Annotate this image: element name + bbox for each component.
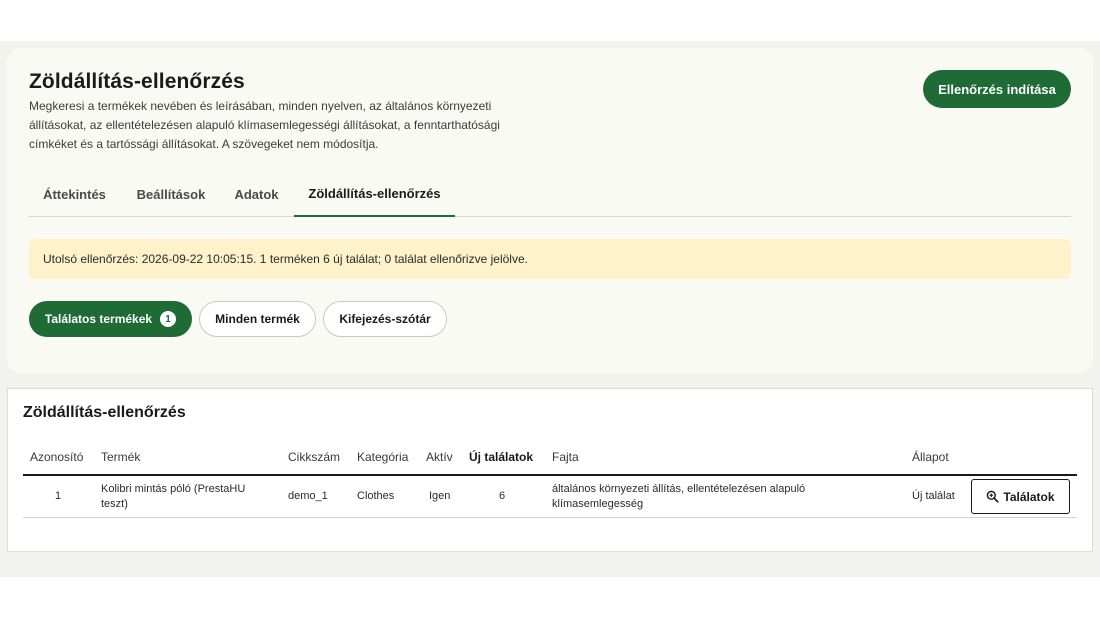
column-header-id[interactable]: Azonosító [30, 450, 83, 464]
column-header-sku[interactable]: Cikkszám [288, 450, 340, 464]
column-header-status[interactable]: Állapot [912, 450, 949, 464]
view-hits-label: Találatok [1003, 489, 1055, 504]
table-row-divider [23, 517, 1077, 518]
view-hits-button[interactable]: Találatok [971, 479, 1070, 514]
column-header-product[interactable]: Termék [101, 450, 140, 464]
hit-count-badge: 1 [160, 311, 177, 327]
cell-product: Kolibri mintás póló (PrestaHU teszt) [101, 483, 246, 510]
column-header-new-hits[interactable]: Új találatok [469, 450, 533, 464]
cell-id: 1 [54, 490, 62, 502]
column-header-type[interactable]: Fajta [552, 450, 579, 464]
filter-label: Találatos termékek [44, 312, 153, 326]
cell-status: Új találat [912, 490, 955, 502]
cell-category: Clothes [357, 490, 395, 502]
zoom-in-icon [987, 490, 1000, 503]
cell-sku: demo_1 [288, 490, 328, 502]
tab-settings[interactable]: Beállítások [123, 172, 219, 216]
page-title: Zöldállítás-ellenőrzés [29, 70, 245, 93]
cell-new-hits: 6 [498, 490, 506, 502]
column-header-active[interactable]: Aktív [426, 450, 453, 464]
filter-term-dictionary[interactable]: Kifejezés-szótár [323, 301, 447, 337]
column-header-category[interactable]: Kategória [357, 450, 408, 464]
page-description: Megkeresi a termékek nevében és leírásáb… [29, 99, 500, 151]
tab-green-claim-check[interactable]: Zöldállítás-ellenőrzés [294, 172, 455, 217]
tab-data[interactable]: Adatok [222, 172, 291, 216]
last-check-notice: Utolsó ellenőrzés: 2026-09-22 10:05:15. … [29, 239, 1071, 279]
filter-all-products[interactable]: Minden termék [199, 301, 316, 337]
table-header-divider [23, 474, 1077, 476]
filter-products-with-hits[interactable]: Találatos termékek 1 [29, 301, 192, 337]
start-check-button[interactable]: Ellenőrzés indítása [923, 70, 1071, 108]
cell-active: Igen [429, 490, 451, 502]
results-title: Zöldállítás-ellenőrzés [23, 404, 186, 421]
tab-bar: Áttekintés Beállítások Adatok Zöldállítá… [29, 172, 1071, 217]
cell-type: általános környezeti állítás, ellentétel… [552, 483, 806, 510]
tab-overview[interactable]: Áttekintés [29, 172, 120, 216]
